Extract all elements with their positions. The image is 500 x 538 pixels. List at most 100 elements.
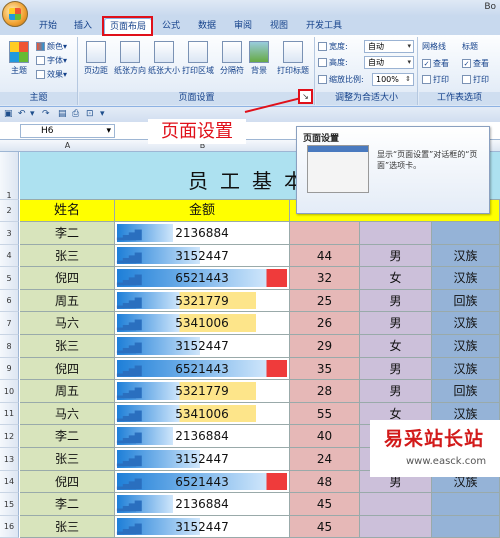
cell-age[interactable]: 48 bbox=[290, 471, 360, 493]
cell-amount[interactable]: ▂▄▆█ 3152447 bbox=[115, 245, 290, 267]
page-setup-dialog-launcher[interactable]: ↘ bbox=[298, 89, 313, 104]
row-header[interactable]: 5 bbox=[0, 267, 19, 290]
row-header[interactable]: 12 bbox=[0, 425, 19, 448]
cell-name[interactable]: 李二 bbox=[20, 222, 115, 245]
width-select[interactable]: 自动 ▾ bbox=[364, 40, 414, 53]
background-button[interactable]: 背景 bbox=[245, 41, 273, 76]
cell-name[interactable]: 李二 bbox=[20, 493, 115, 516]
cell-age[interactable]: 45 bbox=[290, 493, 360, 516]
headings-view-checkbox[interactable]: ✓ 查看 bbox=[462, 58, 489, 69]
new-icon[interactable]: ▤ bbox=[58, 109, 67, 119]
row-header[interactable]: 7 bbox=[0, 312, 19, 335]
headings-print-checkbox[interactable]: 打印 bbox=[462, 74, 489, 85]
orientation-button[interactable]: 纸张方向 bbox=[113, 41, 147, 76]
cell-name[interactable]: 倪四 bbox=[20, 358, 115, 380]
cell-ethnicity[interactable]: 回族 bbox=[432, 290, 500, 312]
print-area-button[interactable]: 打印区域 bbox=[181, 41, 215, 76]
cell-age[interactable]: 28 bbox=[290, 380, 360, 403]
row-header[interactable]: 6 bbox=[0, 290, 19, 312]
effects-button[interactable]: 效果▾ bbox=[36, 69, 67, 81]
cell-sex[interactable]: 男 bbox=[360, 380, 432, 403]
cell-amount[interactable]: ▂▄▆█ 5341006 bbox=[115, 312, 290, 335]
row-header[interactable]: 4 bbox=[0, 245, 19, 267]
cell-name[interactable]: 李二 bbox=[20, 425, 115, 448]
cell-amount[interactable]: ▂▄▆█ 5321779 bbox=[115, 290, 290, 312]
cell-ethnicity[interactable]: 汉族 bbox=[432, 358, 500, 380]
header-cell-amount[interactable]: 金额 bbox=[115, 200, 290, 222]
cell-amount[interactable]: ▂▄▆█ 2136884 bbox=[115, 425, 290, 448]
cell-amount[interactable]: ▂▄▆█ 6521443 bbox=[115, 471, 290, 493]
cell-amount[interactable]: ▂▄▆█ 5321779 bbox=[115, 380, 290, 403]
cell-name[interactable]: 倪四 bbox=[20, 471, 115, 493]
cell-age[interactable]: 45 bbox=[290, 516, 360, 538]
cell-age[interactable]: 24 bbox=[290, 448, 360, 471]
row-header[interactable]: 11 bbox=[0, 403, 19, 425]
cell-sex[interactable]: 男 bbox=[360, 290, 432, 312]
cell-age[interactable]: 55 bbox=[290, 403, 360, 425]
cell-ethnicity[interactable] bbox=[432, 516, 500, 538]
header-cell-name[interactable]: 姓名 bbox=[20, 200, 115, 222]
cell-age[interactable] bbox=[290, 222, 360, 245]
row-header[interactable]: 14 bbox=[0, 471, 19, 493]
tab-review[interactable]: 审阅 bbox=[228, 18, 258, 35]
cell-age[interactable]: 32 bbox=[290, 267, 360, 290]
row-header-1[interactable]: 1 bbox=[0, 152, 19, 200]
dropdown-icon[interactable]: ▾ bbox=[30, 109, 35, 119]
cell-name[interactable]: 张三 bbox=[20, 516, 115, 538]
cell-name[interactable]: 马六 bbox=[20, 403, 115, 425]
row-header[interactable]: 16 bbox=[0, 516, 19, 538]
cell-age[interactable]: 35 bbox=[290, 358, 360, 380]
name-box[interactable]: H6 ▾ bbox=[20, 124, 115, 138]
cell-name[interactable]: 张三 bbox=[20, 448, 115, 471]
cell-amount[interactable]: ▂▄▆█ 2136884 bbox=[115, 493, 290, 516]
breaks-button[interactable]: 分隔符 bbox=[215, 41, 249, 76]
themes-button[interactable]: 主题 bbox=[2, 41, 36, 76]
cell-amount[interactable]: ▂▄▆█ 6521443 bbox=[115, 267, 290, 290]
cell-sex[interactable] bbox=[360, 493, 432, 516]
cell-name[interactable]: 张三 bbox=[20, 245, 115, 267]
cell-name[interactable]: 马六 bbox=[20, 312, 115, 335]
colors-button[interactable]: 颜色▾ bbox=[36, 41, 67, 53]
cell-ethnicity[interactable]: 汉族 bbox=[432, 267, 500, 290]
margins-button[interactable]: 页边距 bbox=[79, 41, 113, 76]
cell-name[interactable]: 周五 bbox=[20, 290, 115, 312]
office-button[interactable] bbox=[2, 1, 28, 27]
cell-ethnicity[interactable]: 汉族 bbox=[432, 335, 500, 358]
cell-amount[interactable]: ▂▄▆█ 3152447 bbox=[115, 335, 290, 358]
redo-icon[interactable]: ↷ bbox=[42, 109, 50, 119]
tab-insert[interactable]: 插入 bbox=[68, 18, 98, 35]
cell-sex[interactable] bbox=[360, 516, 432, 538]
cell-sex[interactable]: 男 bbox=[360, 312, 432, 335]
cell-name[interactable]: 周五 bbox=[20, 380, 115, 403]
cell-age[interactable]: 40 bbox=[290, 425, 360, 448]
cell-ethnicity[interactable]: 汉族 bbox=[432, 312, 500, 335]
customize-icon[interactable]: ▾ bbox=[100, 109, 105, 119]
row-header[interactable]: 3 bbox=[0, 222, 19, 245]
scale-spinner[interactable]: 100% ⇕ bbox=[372, 73, 414, 86]
save-icon[interactable]: ▣ bbox=[4, 109, 13, 119]
row-header[interactable]: 10 bbox=[0, 380, 19, 403]
cell-amount[interactable]: ▂▄▆█ 3152447 bbox=[115, 448, 290, 471]
cell-sex[interactable]: 女 bbox=[360, 335, 432, 358]
tab-home[interactable]: 开始 bbox=[33, 18, 63, 35]
cell-ethnicity[interactable] bbox=[432, 222, 500, 245]
cell-sex[interactable]: 女 bbox=[360, 267, 432, 290]
gridlines-print-checkbox[interactable]: 打印 bbox=[422, 74, 449, 85]
row-header[interactable]: 13 bbox=[0, 448, 19, 471]
cell-amount[interactable]: ▂▄▆█ 2136884 bbox=[115, 222, 290, 245]
preview-icon[interactable]: ⊡ bbox=[86, 109, 94, 119]
row-header[interactable]: 9 bbox=[0, 358, 19, 380]
cell-name[interactable]: 倪四 bbox=[20, 267, 115, 290]
cell-amount[interactable]: ▂▄▆█ 5341006 bbox=[115, 403, 290, 425]
tab-developer[interactable]: 开发工具 bbox=[302, 18, 346, 35]
cell-ethnicity[interactable] bbox=[432, 493, 500, 516]
cell-amount[interactable]: ▂▄▆█ 3152447 bbox=[115, 516, 290, 538]
cell-ethnicity[interactable]: 回族 bbox=[432, 380, 500, 403]
row-header[interactable]: 8 bbox=[0, 335, 19, 358]
tab-view[interactable]: 视图 bbox=[264, 18, 294, 35]
cell-age[interactable]: 29 bbox=[290, 335, 360, 358]
undo-icon[interactable]: ↶ bbox=[18, 109, 26, 119]
gridlines-view-checkbox[interactable]: ✓ 查看 bbox=[422, 58, 449, 69]
cell-amount[interactable]: ▂▄▆█ 6521443 bbox=[115, 358, 290, 380]
cell-sex[interactable]: 男 bbox=[360, 358, 432, 380]
